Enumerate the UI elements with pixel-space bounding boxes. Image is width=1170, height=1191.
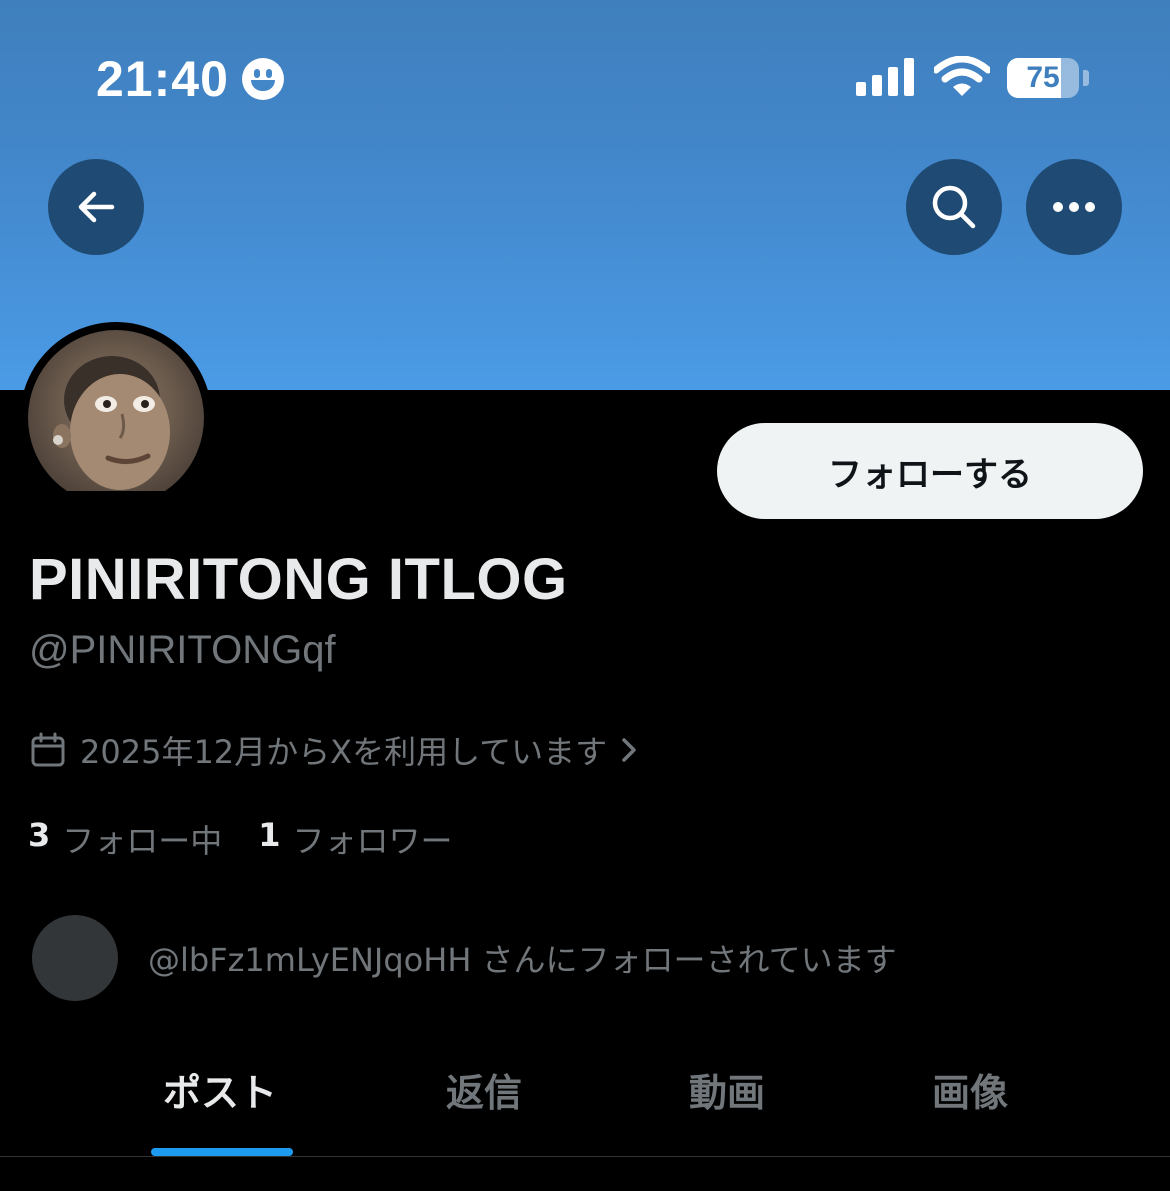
following-label: フォロー中: [62, 822, 223, 860]
battery-icon: 75: [1007, 58, 1079, 98]
tab-posts[interactable]: ポスト: [120, 1062, 320, 1117]
battery-percent: 75: [1026, 61, 1060, 94]
signal-icon: [856, 58, 914, 96]
following-link[interactable]: 3 フォロー中: [28, 816, 222, 862]
avatar-mask: [0, 491, 240, 531]
followed-by-row[interactable]: @lbFz1mLyENJqoHH さんにフォローされています: [32, 915, 897, 1001]
status-time: 21:40: [96, 51, 229, 107]
followers-link[interactable]: 1 フォロワー: [258, 816, 452, 862]
follow-button[interactable]: フォローする: [717, 423, 1143, 519]
following-count: 3: [28, 816, 51, 854]
more-horizontal-icon: [1053, 202, 1095, 212]
smiley-icon: [242, 58, 284, 100]
followers-label: フォロワー: [292, 822, 453, 860]
followers-count: 1: [258, 816, 281, 854]
search-icon: [932, 185, 976, 229]
battery-tip: [1083, 70, 1089, 86]
profile-tabs: ポスト 返信 動画 画像: [0, 1040, 1170, 1157]
follower-avatar: [32, 915, 118, 1001]
avatar-image: [28, 330, 204, 506]
tab-images[interactable]: 画像: [870, 1062, 1070, 1117]
more-button[interactable]: [1026, 159, 1122, 255]
followed-by-text: @lbFz1mLyENJqoHH さんにフォローされています: [148, 941, 897, 979]
chevron-right-icon: [622, 738, 636, 762]
avatar[interactable]: [20, 322, 212, 514]
username-handle: @PINIRITONGqf: [29, 628, 336, 672]
active-tab-indicator: [151, 1148, 293, 1156]
back-button[interactable]: [48, 159, 144, 255]
search-button[interactable]: [906, 159, 1002, 255]
joined-text: 2025年12月からXを利用しています: [80, 733, 608, 771]
wifi-icon: [934, 56, 990, 96]
display-name: PINIRITONG ITLOG: [29, 547, 568, 612]
joined-date[interactable]: 2025年12月からXを利用しています: [30, 728, 639, 772]
arrow-left-icon: [78, 191, 115, 223]
follow-counts: 3 フォロー中 1 フォロワー: [28, 816, 453, 862]
tab-replies[interactable]: 返信: [384, 1062, 584, 1117]
tab-videos[interactable]: 動画: [627, 1062, 827, 1117]
calendar-icon: [31, 732, 65, 767]
